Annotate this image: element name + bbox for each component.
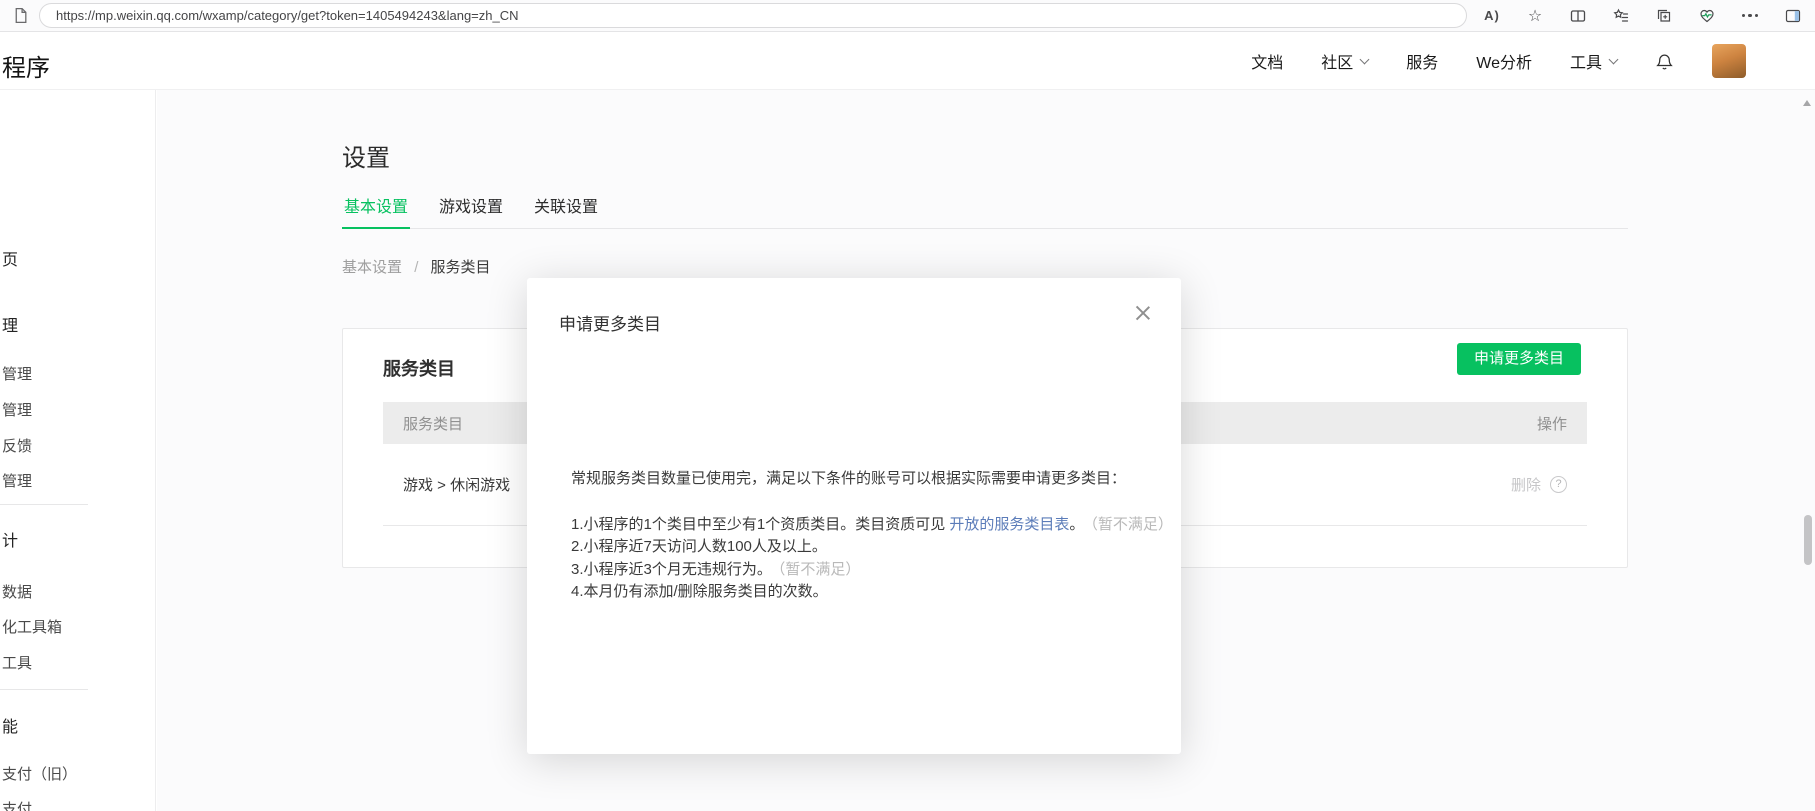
- modal-body: 常规服务类目数量已使用完，满足以下条件的账号可以根据实际需要申请更多类目： 1.…: [571, 468, 1173, 604]
- avatar[interactable]: [1712, 44, 1746, 78]
- sidebar-item[interactable]: 支付（旧）: [2, 763, 77, 784]
- column-header-category: 服务类目: [403, 415, 464, 433]
- nav-tools-label: 工具: [1569, 55, 1602, 72]
- sidebar-item[interactable]: 页: [2, 246, 18, 270]
- breadcrumb: 基本设置 / 服务类目: [342, 256, 491, 277]
- tab-link-settings[interactable]: 关联设置: [532, 193, 600, 229]
- modal-title: 申请更多类目: [559, 315, 661, 334]
- page-title: 设置: [342, 145, 390, 172]
- sidebar-divider: [0, 689, 88, 690]
- delete-link[interactable]: 删除: [1511, 474, 1541, 495]
- scrollbar-up-arrow[interactable]: [1803, 100, 1811, 106]
- modal-condition: 1.小程序的1个类目中至少有1个资质类目。类目资质可见 开放的服务类目表。 （暂不…: [571, 514, 1173, 537]
- read-aloud-icon[interactable]: A): [1479, 4, 1505, 28]
- breadcrumb-parent[interactable]: 基本设置: [342, 259, 402, 276]
- modal-condition: 2.小程序近7天访问人数100人及以上。: [571, 536, 1156, 559]
- page-icon: [12, 7, 29, 24]
- condition-text: 3.小程序近3个月无违规行为。: [571, 560, 772, 578]
- card-title: 服务类目: [383, 359, 455, 379]
- address-bar[interactable]: https://mp.weixin.qq.com/wxamp/category/…: [39, 3, 1467, 28]
- condition-text: 4.本月仍有添加/删除服务类目的次数。: [571, 583, 828, 600]
- chevron-down-icon: [1359, 54, 1370, 64]
- category-path: 游戏 > 休闲游戏: [403, 477, 511, 494]
- favorites-icon[interactable]: [1608, 4, 1634, 28]
- nav-community-label: 社区: [1321, 55, 1354, 72]
- browser-essentials-icon[interactable]: [1694, 4, 1720, 28]
- sidebar-item[interactable]: 工具: [2, 652, 32, 673]
- nav-tools[interactable]: 工具: [1569, 49, 1619, 73]
- nav-community[interactable]: 社区: [1321, 49, 1370, 73]
- sidebar-item[interactable]: 数据: [2, 581, 32, 602]
- collections-icon[interactable]: [1651, 4, 1677, 28]
- close-icon[interactable]: [1133, 303, 1153, 323]
- app-logo[interactable]: 程序: [2, 48, 50, 83]
- sidebar-item[interactable]: 支付: [2, 798, 32, 811]
- sidebar-item[interactable]: 管理: [2, 399, 32, 420]
- nav-service[interactable]: 服务: [1406, 49, 1438, 73]
- sidebar-section-label: 理: [2, 318, 19, 335]
- apply-more-categories-button[interactable]: 申请更多类目: [1456, 343, 1581, 375]
- favorite-star-icon[interactable]: ☆: [1522, 4, 1548, 28]
- help-question-icon[interactable]: ?: [1550, 476, 1567, 493]
- copilot-sidebar-icon[interactable]: [1780, 4, 1806, 28]
- scrollbar-thumb[interactable]: [1804, 515, 1812, 565]
- sidebar-item[interactable]: 管理: [2, 363, 32, 384]
- header-nav: 文档 社区 服务 We分析 工具: [1251, 32, 1746, 90]
- chevron-down-icon: [1608, 54, 1619, 64]
- app-header: 程序 文档 社区 服务 We分析 工具: [0, 32, 1815, 90]
- nav-we-analytics[interactable]: We分析: [1476, 49, 1532, 73]
- tab-basic-settings[interactable]: 基本设置: [342, 193, 411, 229]
- modal-intro-text: 常规服务类目数量已使用完，满足以下条件的账号可以根据实际需要申请更多类目：: [571, 470, 1127, 487]
- modal-condition: 4.本月仍有添加/删除服务类目的次数。: [571, 581, 1156, 604]
- browser-toolbar: https://mp.weixin.qq.com/wxamp/category/…: [0, 0, 1815, 32]
- sidebar-item[interactable]: 反馈: [2, 435, 32, 456]
- column-header-action: 操作: [1536, 415, 1567, 433]
- condition-text: 2.小程序近7天访问人数100人及以上。: [571, 538, 827, 555]
- sidebar-divider: [0, 504, 88, 505]
- settings-menu-icon[interactable]: [1737, 4, 1763, 28]
- browser-action-icons: A) ☆: [1479, 4, 1806, 28]
- condition-text: 1.小程序的1个类目中至少有1个资质类目。类目资质可见: [571, 515, 950, 533]
- breadcrumb-current: 服务类目: [430, 259, 491, 276]
- not-satisfied-note: （暂不满足）: [777, 560, 861, 578]
- tab-game-settings[interactable]: 游戏设置: [437, 193, 505, 229]
- split-screen-icon[interactable]: [1565, 4, 1591, 28]
- breadcrumb-separator: /: [414, 259, 419, 276]
- sidebar: 页 理 管理 管理 反馈 管理 计 数据 化工具箱 工具 能 支付（旧） 支付 …: [0, 90, 156, 811]
- sidebar-item[interactable]: 管理: [2, 470, 32, 491]
- not-satisfied-note: （暂不满足）: [1090, 515, 1173, 533]
- sidebar-section-label: 能: [2, 719, 19, 736]
- row-action: 删除 ?: [1511, 474, 1567, 495]
- modal-condition: 3.小程序近3个月无违规行为。 （暂不满足）: [571, 559, 1156, 582]
- sidebar-item[interactable]: 化工具箱: [2, 616, 62, 637]
- sidebar-section-label: 计: [2, 533, 19, 550]
- nav-docs[interactable]: 文档: [1251, 49, 1283, 73]
- open-category-table-link[interactable]: 开放的服务类目表: [949, 516, 1069, 533]
- settings-tabs: 基本设置 游戏设置 关联设置: [342, 193, 1628, 229]
- notification-bell-icon[interactable]: [1655, 52, 1674, 71]
- url-text: https://mp.weixin.qq.com/wxamp/category/…: [56, 8, 519, 23]
- apply-more-categories-modal: 申请更多类目 常规服务类目数量已使用完，满足以下条件的账号可以根据实际需要申请更…: [527, 278, 1181, 754]
- condition-text: 。: [1069, 515, 1085, 533]
